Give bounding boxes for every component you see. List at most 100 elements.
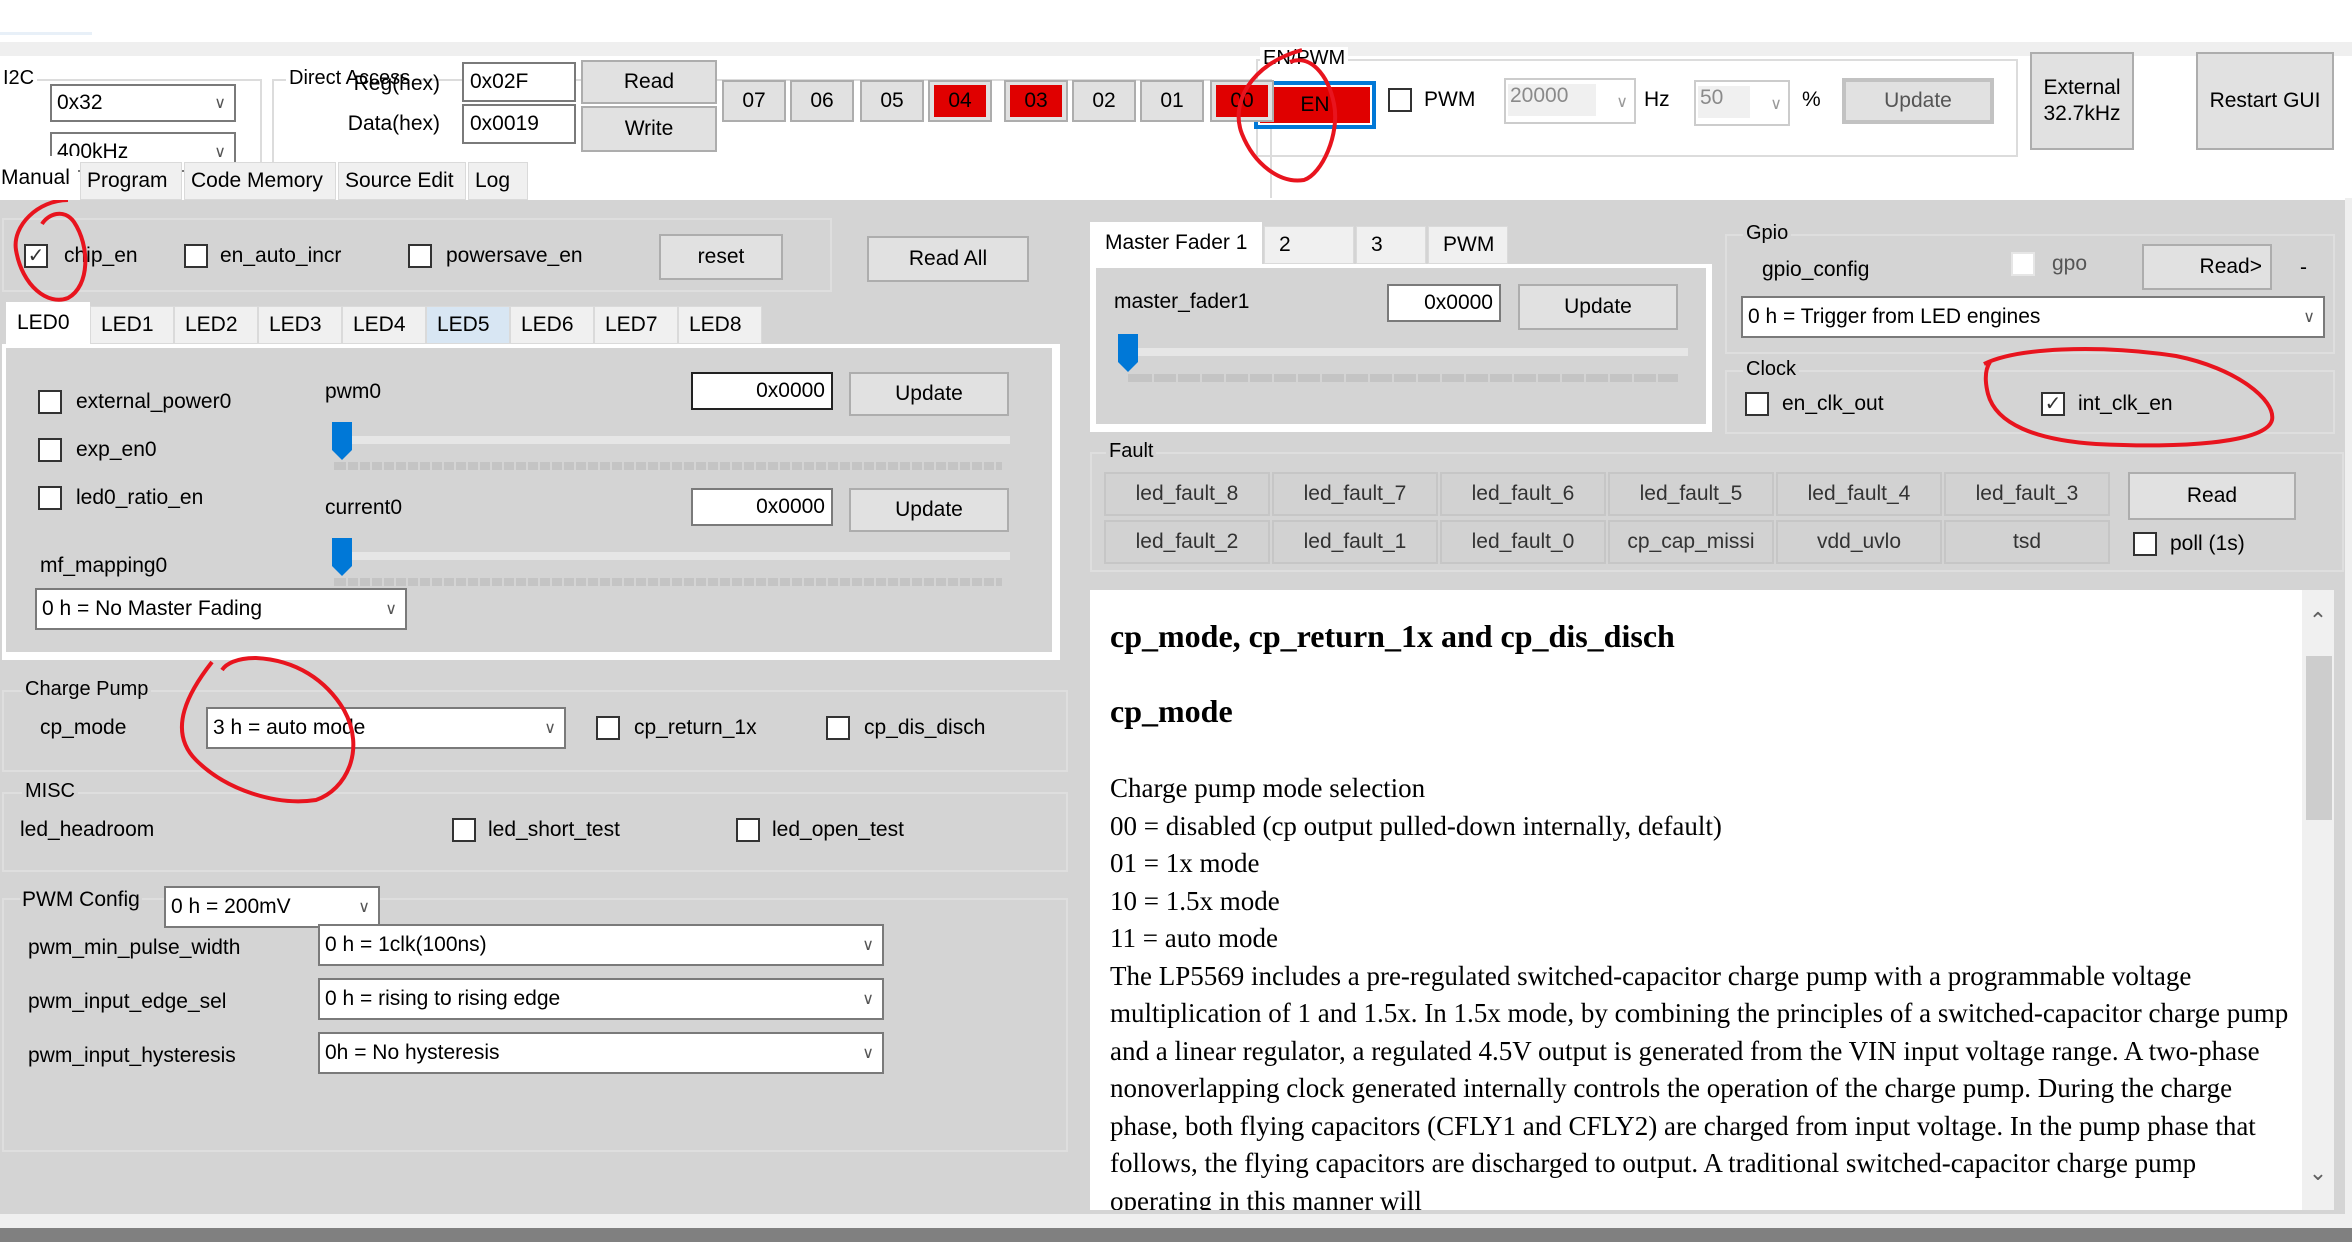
help-lines: Charge pump mode selection 00 = disabled … [1110,770,2306,958]
master-fader1-update-button[interactable]: Update [1518,284,1678,330]
pwm-edge-sel-select[interactable]: 0 h = rising to rising edge ∨ [318,978,884,1020]
tab-label: LED3 [269,313,322,336]
check-icon: ✓ [27,245,45,267]
fault-read-button[interactable]: Read [2128,472,2296,520]
led-tab-led1[interactable]: LED1 [90,306,174,344]
chip-en-checkbox[interactable]: ✓ [24,244,48,268]
current0-update-button[interactable]: Update [849,488,1009,532]
mf-mapping0-select[interactable]: 0 h = No Master Fading ∨ [35,588,407,630]
pwm-duty-select[interactable]: 50 ∨ [1694,80,1790,126]
bit-button-00[interactable]: 00 [1210,80,1274,122]
exp-en0-checkbox[interactable] [38,438,62,462]
led0-ratio-en-checkbox[interactable] [38,486,62,510]
master-fader-tab-1[interactable]: Master Fader 1 [1090,222,1262,264]
bit-button-05[interactable]: 05 [860,80,924,122]
pwm-min-pulse-select[interactable]: 0 h = 1clk(100ns) ∨ [318,924,884,966]
master-fader-tab-4[interactable]: PWM [1428,226,1508,264]
int-clk-en-checkbox[interactable]: ✓ [2041,392,2065,416]
pwm-config-title: PWM Config [20,888,142,912]
panel-bottom-band [0,1214,2352,1228]
scroll-up-icon[interactable]: ⌃ [2302,608,2334,634]
main-tab-source-edit[interactable]: Source Edit [338,162,466,200]
read-all-button[interactable]: Read All [867,236,1029,282]
i2c-address-select[interactable]: 0x32 ∨ [50,84,236,122]
pwm-config-select[interactable]: 0 h = 200mV ∨ [164,886,380,928]
bit-button-07[interactable]: 07 [722,80,786,122]
external-clock-button[interactable]: External 32.7kHz [2030,52,2134,150]
poll-checkbox[interactable] [2133,532,2157,556]
gpio-config-select[interactable]: 0 h = Trigger from LED engines ∨ [1741,296,2325,338]
cp-mode-select[interactable]: 3 h = auto mode ∨ [206,707,566,749]
current0-value-input[interactable]: 0x0000 [691,488,833,526]
led0-ratio-en-label: led0_ratio_en [76,486,204,509]
master-fader1-slider[interactable] [1118,334,1688,384]
chevron-down-icon: ∨ [1770,96,1782,113]
fault-indicator-tsd: tsd [1944,520,2110,564]
fault-indicator-led-fault-2: led_fault_2 [1104,520,1270,564]
reset-button[interactable]: reset [659,234,783,280]
scrollbar-thumb[interactable] [2306,656,2332,820]
tab-label: LED8 [689,313,742,336]
main-tab-log[interactable]: Log [468,162,528,200]
led-tab-led2[interactable]: LED2 [174,306,258,344]
master-fader1-value-input[interactable]: 0x0000 [1387,284,1501,322]
current0-slider[interactable] [332,536,1010,608]
scroll-down-icon[interactable]: ⌄ [2302,1160,2334,1186]
external-power0-checkbox[interactable] [38,390,62,414]
master-fader-tab-2[interactable]: 2 [1264,226,1354,264]
bit-label: 01 [1160,89,1184,112]
bit-button-01[interactable]: 01 [1140,80,1204,122]
help-scrollbar[interactable]: ⌃ ⌄ [2302,590,2334,1210]
bit-button-04[interactable]: 04 [928,80,992,122]
slider-thumb[interactable] [332,422,352,460]
reg-hex-value: 0x02F [470,70,529,93]
led-tab-led7[interactable]: LED7 [594,306,678,344]
pwm0-slider[interactable] [332,420,1010,492]
led-short-test-checkbox[interactable] [452,818,476,842]
main-tab-manual[interactable]: Manual [0,156,78,200]
pwm0-update-button[interactable]: Update [849,372,1009,416]
restart-gui-button[interactable]: Restart GUI [2196,52,2334,150]
bit-button-06[interactable]: 06 [790,80,854,122]
direct-write-button[interactable]: Write [581,106,717,152]
cp-dis-disch-checkbox[interactable] [826,716,850,740]
gpio-read-button[interactable]: Read> [2142,244,2272,290]
cp-return-1x-checkbox[interactable] [596,716,620,740]
chevron-down-icon: ∨ [862,991,874,1008]
fault-label: led_fault_3 [1975,482,2079,505]
pwm-checkbox[interactable] [1388,88,1412,112]
bit-button-02[interactable]: 02 [1072,80,1136,122]
main-tab-program[interactable]: Program [80,162,182,200]
gpio-config-value: 0 h = Trigger from LED engines [1748,305,2041,328]
slider-thumb[interactable] [332,538,352,576]
led-tab-led8[interactable]: LED8 [678,306,762,344]
panel-right-edge [2345,198,2352,1214]
led-tab-led3[interactable]: LED3 [258,306,342,344]
reg-hex-input[interactable]: 0x02F [462,62,576,102]
slider-thumb[interactable] [1118,334,1138,372]
current0-label: current0 [325,496,403,519]
int-clk-en-label: int_clk_en [2078,392,2173,415]
en-label: EN [1300,93,1330,116]
pwm0-value-input[interactable]: 0x0000 [691,372,833,410]
en-clk-out-checkbox[interactable] [1745,392,1769,416]
led-tab-led0[interactable]: LED0 [6,302,90,344]
led-tab-led6[interactable]: LED6 [510,306,594,344]
cp-return-1x-label: cp_return_1x [634,716,757,739]
led-tab-led5[interactable]: LED5 [426,306,510,344]
pwm-hysteresis-select[interactable]: 0h = No hysteresis ∨ [318,1032,884,1074]
led-tab-led4[interactable]: LED4 [342,306,426,344]
pwm-edge-sel-value: 0 h = rising to rising edge [325,987,561,1010]
led-open-test-checkbox[interactable] [736,818,760,842]
pwm-update-button[interactable]: Update [1842,78,1994,124]
main-tab-code-memory[interactable]: Code Memory [184,162,336,200]
bit-button-03[interactable]: 03 [1004,80,1068,122]
powersave-en-checkbox[interactable] [408,244,432,268]
data-hex-input[interactable]: 0x0019 [462,104,576,144]
en-auto-incr-checkbox[interactable] [184,244,208,268]
pwm-freq-select[interactable]: 20000 ∨ [1504,78,1636,124]
master-fader-tab-3[interactable]: 3 [1356,226,1426,264]
direct-read-button[interactable]: Read [581,60,717,104]
read-all-label: Read All [908,246,988,270]
tab-label: LED6 [521,313,574,336]
